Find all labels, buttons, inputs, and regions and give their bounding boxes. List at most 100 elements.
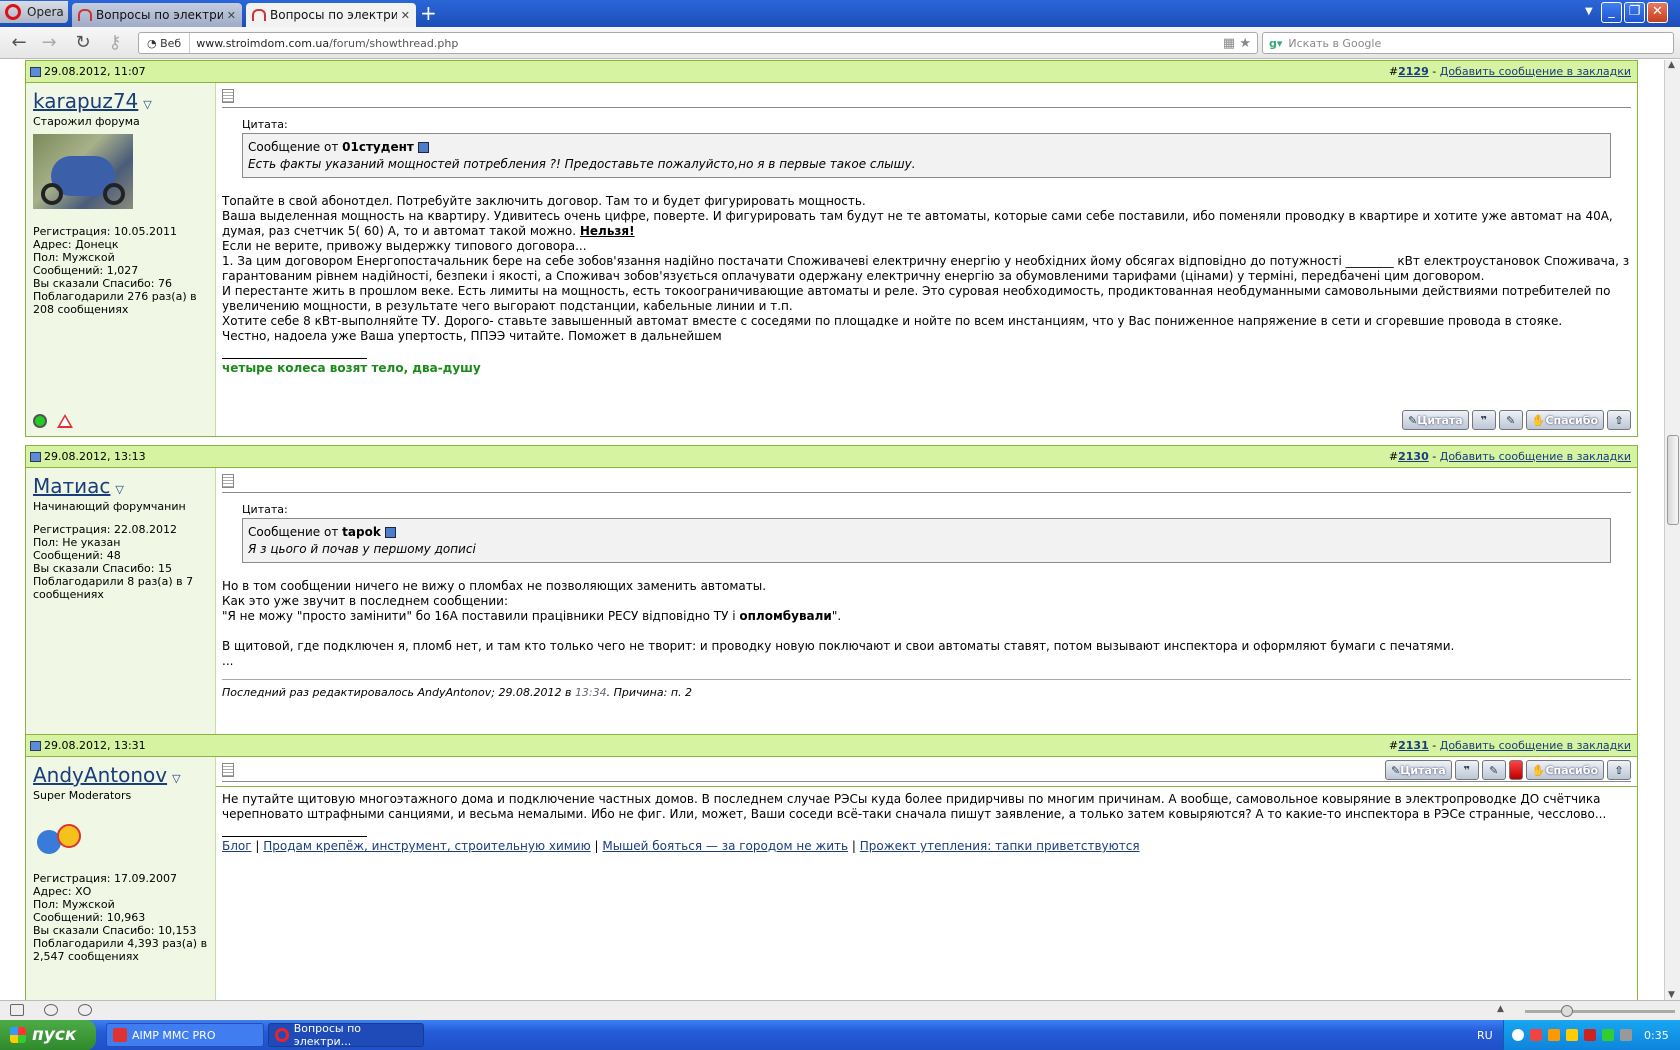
zoom-menu-icon[interactable]: ▲ (1497, 1004, 1504, 1014)
browser-tab-bar: Opera Вопросы по электрике,... ✕ Вопросы … (0, 0, 1680, 27)
forum-post: 29.08.2012, 11:07 #2129 - Добавить сообщ… (25, 60, 1638, 437)
scroll-up-icon[interactable]: ▲ (1668, 60, 1675, 70)
signature-link-shop[interactable]: Продам крепёж, инструмент, строительную … (263, 839, 590, 853)
post-number-link[interactable]: 2130 (1398, 450, 1429, 463)
restore-button[interactable]: ❐ (1624, 2, 1645, 23)
user-info-line: Поблагодарили 4,393 раз(а) в 2,547 сообщ… (33, 937, 208, 963)
google-icon: g▾ (1269, 36, 1283, 50)
turbo-icon[interactable] (44, 1004, 58, 1016)
scrollbar-thumb[interactable] (1667, 435, 1679, 525)
user-avatar[interactable] (33, 134, 133, 209)
message-line: Ваша выделенная мощность на квартиру. Уд… (222, 209, 1613, 238)
user-info-line: Пол: Мужской (33, 251, 115, 264)
tray-app-icon[interactable] (1548, 1029, 1560, 1041)
bookmark-link[interactable]: Добавить сообщение в закладки (1440, 65, 1631, 78)
quote-author: tapok (342, 525, 381, 539)
close-tab-icon[interactable]: ✕ (227, 9, 236, 22)
username-link[interactable]: Матиас (33, 474, 110, 498)
view-post-arrow-icon[interactable] (417, 142, 429, 153)
opera-menu-button[interactable]: Opera (0, 1, 68, 23)
language-indicator[interactable]: RU (1477, 1029, 1493, 1042)
opera-menu-label: Opera (27, 5, 64, 19)
search-field[interactable]: g▾ Искать в Google (1262, 32, 1674, 54)
message-line: Не путайте щитовую многоэтажного дома и … (222, 792, 1607, 821)
view-post-arrow-icon[interactable] (384, 527, 396, 538)
message-line: Хотите себе 8 кВт-выполняйте ТУ. Дорого-… (222, 314, 1563, 328)
post-date: 29.08.2012, 13:31 (44, 739, 146, 752)
speed-dial-icon[interactable] (78, 1004, 92, 1016)
post-number-link[interactable]: 2129 (1398, 65, 1429, 78)
user-info-line: Сообщений: 10,963 (33, 911, 146, 924)
post-icon (30, 66, 41, 77)
post-message: Не путайте щитовую многоэтажного дома и … (216, 757, 1637, 1000)
vertical-scrollbar[interactable]: ▲ ▼ (1664, 60, 1680, 1000)
document-icon (222, 474, 234, 488)
panel-toggle-icon[interactable] (10, 1004, 24, 1016)
user-menu-chevron-icon[interactable]: ▽ (143, 98, 151, 111)
quote-button[interactable]: ✎ Цитата (1402, 410, 1469, 430)
signature-link-project[interactable]: Прожект утепления: тапки приветствуются (860, 839, 1140, 853)
bookmark-star-icon[interactable]: ★ (1239, 36, 1251, 51)
zoom-slider-knob[interactable] (1561, 1005, 1573, 1017)
edit-button[interactable]: ✎ (1498, 410, 1523, 430)
forward-arrow-icon[interactable]: → (38, 32, 60, 53)
scroll-down-icon[interactable]: ▼ (1668, 990, 1675, 1000)
tray-app-icon[interactable] (1566, 1029, 1578, 1041)
message-line: 1. За цим договором Енергопостачальник б… (222, 254, 1630, 283)
rss-icon[interactable]: ▦ (1223, 36, 1235, 51)
message-line: "Я не можу "просто замінити" бо 16А пост… (222, 609, 736, 623)
taskbar-item-opera[interactable]: Вопросы по электри... (268, 1022, 424, 1048)
thanks-button[interactable]: ✋ Спасибо (1525, 410, 1604, 430)
emphasis-text: Нельзя! (579, 224, 635, 238)
minimize-button[interactable]: _ (1601, 2, 1622, 23)
tray-app-icon[interactable] (1602, 1029, 1614, 1041)
user-menu-chevron-icon[interactable]: ▽ (172, 772, 180, 785)
report-warning-icon[interactable] (57, 414, 73, 428)
post-number-link[interactable]: 2131 (1398, 739, 1429, 752)
zoom-slider[interactable] (1525, 1005, 1675, 1017)
signature-links: Блог | Продам крепёж, инструмент, строит… (222, 839, 1140, 853)
opera-icon (275, 1028, 289, 1042)
tray-app-icon[interactable] (1584, 1029, 1596, 1041)
taskbar-item-aimp[interactable]: AIMP MMC PRO (106, 1023, 264, 1047)
scroll-top-button[interactable]: ⇧ (1607, 410, 1631, 430)
new-tab-button[interactable]: + (420, 2, 437, 24)
document-icon (222, 763, 234, 777)
username-link[interactable]: karapuz74 (33, 89, 138, 113)
tab-menu-chevron-icon[interactable]: ▼ (1585, 6, 1593, 17)
bookmark-link[interactable]: Добавить сообщение в закладки (1440, 450, 1631, 463)
post-icon (30, 740, 41, 751)
quote-from: Сообщение от (248, 140, 339, 154)
start-button[interactable]: пуск (0, 1020, 96, 1050)
aimp-icon (113, 1028, 127, 1042)
post-header: 29.08.2012, 13:13 #2130 - Добавить сообщ… (26, 446, 1637, 468)
user-info-line: Поблагодарили 276 раз(а) в 208 сообщения… (33, 290, 197, 316)
site-favicon-icon (252, 9, 266, 21)
web-indicator: ◔ Веб (139, 33, 191, 53)
reload-icon[interactable]: ↻ (72, 32, 94, 53)
tray-app-icon[interactable] (1530, 1029, 1542, 1041)
signature-link-article[interactable]: Мышей бояться — за городом не жить (602, 839, 848, 853)
search-placeholder: Искать в Google (1288, 36, 1382, 50)
quote-box: Сообщение от 01студент Есть факты указан… (242, 133, 1611, 178)
user-info-column: AndyAntonov ▽ Super Moderators Регистраци… (26, 757, 216, 1000)
close-window-button[interactable]: ✕ (1647, 2, 1668, 23)
key-icon[interactable]: ⚷ (104, 32, 126, 53)
tray-app-icon[interactable] (1512, 1029, 1524, 1041)
user-signature: четыре колеса возят тело, два-душу (222, 361, 481, 375)
message-line: В щитовой, где подключен я, пломб нет, и… (222, 639, 1455, 653)
signature-link-blog[interactable]: Блог (222, 839, 252, 853)
bookmark-link[interactable]: Добавить сообщение в закладки (1440, 739, 1631, 752)
moderator-badge-icon (37, 820, 97, 860)
tab-1[interactable]: Вопросы по электрике,... ✕ (72, 3, 242, 27)
address-toolbar: ← → ↻ ⚷ ◔ Веб www.stroimdom.com.ua/forum… (0, 27, 1680, 59)
username-link[interactable]: AndyAntonov (33, 763, 167, 787)
close-tab-icon[interactable]: ✕ (401, 9, 410, 22)
multi-quote-button[interactable]: ❞ (1471, 410, 1496, 430)
tab-2-active[interactable]: Вопросы по электрике,... ✕ (246, 3, 416, 27)
back-arrow-icon[interactable]: ← (8, 32, 30, 53)
volume-icon[interactable] (1620, 1029, 1632, 1041)
address-field[interactable]: ◔ Веб www.stroimdom.com.ua/forum/showthr… (138, 32, 1258, 54)
user-menu-chevron-icon[interactable]: ▽ (115, 483, 123, 496)
user-info-line: Регистрация: 17.09.2007 (33, 872, 177, 885)
